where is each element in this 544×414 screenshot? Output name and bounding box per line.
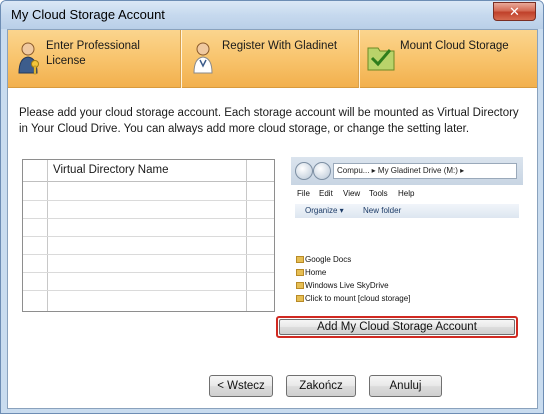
folder-icon (296, 269, 304, 276)
preview-item: Home (305, 268, 327, 277)
preview-menu-bar: File Edit View Tools Help (291, 187, 523, 201)
grid-header: Virtual Directory Name (23, 160, 274, 182)
folder-icon (296, 282, 304, 289)
cancel-button[interactable]: Anuluj (369, 375, 442, 397)
preview-address: Compu... ▸ My Gladinet Drive (M:) ▸ (333, 163, 517, 179)
person-key-icon (18, 42, 39, 75)
back-arrow-icon (295, 162, 313, 180)
instructions-text: Please add your cloud storage account. E… (19, 107, 519, 135)
window-title: My Cloud Storage Account (11, 7, 165, 22)
preview-new-folder: New folder (363, 206, 402, 215)
preview-menu-file: File (297, 189, 310, 198)
grid-row-line (23, 200, 274, 201)
virtual-directory-grid[interactable]: Virtual Directory Name (22, 159, 275, 312)
preview-item: Google Docs (305, 255, 352, 264)
preview-menu-view: View (343, 189, 361, 198)
person-doctor-icon (193, 42, 213, 74)
column-header-virtual-directory-name[interactable]: Virtual Directory Name (53, 164, 168, 176)
forward-arrow-icon (313, 162, 331, 180)
grid-row-line (23, 254, 274, 255)
step-label: Register With Gladinet (222, 40, 338, 52)
title-bar[interactable]: My Cloud Storage Account ✕ (1, 1, 543, 29)
add-cloud-storage-button-highlight: Add My Cloud Storage Account (276, 316, 518, 338)
step-register: Register With Gladinet (182, 30, 358, 88)
wizard-client-area: Enter Professional License Register With… (7, 29, 538, 409)
wizard-steps-banner: Enter Professional License Register With… (8, 30, 537, 88)
grid-row-line (23, 236, 274, 237)
finish-button[interactable]: Zakończ (286, 375, 356, 397)
preview-item: Click to mount [cloud storage] (305, 294, 411, 303)
preview-address-bar: Compu... ▸ My Gladinet Drive (M:) ▸ (291, 157, 523, 185)
wizard-window: My Cloud Storage Account ✕ Enter Profess… (0, 0, 544, 414)
grid-row-line (23, 218, 274, 219)
back-button[interactable]: < Wstecz (209, 375, 273, 397)
close-button[interactable]: ✕ (493, 2, 536, 21)
step-mount: Mount Cloud Storage (360, 30, 537, 88)
step-label: Mount Cloud Storage (400, 40, 509, 52)
explorer-preview-image: Compu... ▸ My Gladinet Drive (M:) ▸ File… (291, 157, 523, 290)
preview-menu-tools: Tools (369, 189, 388, 198)
add-cloud-storage-button[interactable]: Add My Cloud Storage Account (279, 319, 515, 335)
step-enter-license: Enter Professional License (8, 30, 180, 88)
preview-toolbar: Organize ▾ New folder (295, 204, 519, 218)
step-label: Enter Professional License (46, 40, 140, 67)
preview-organize: Organize ▾ (305, 206, 344, 215)
folder-icon (296, 256, 304, 263)
footer-separator (8, 360, 537, 361)
preview-item: Windows Live SkyDrive (305, 281, 389, 290)
grid-row-line (23, 290, 274, 291)
preview-menu-edit: Edit (319, 189, 333, 198)
preview-menu-help: Help (398, 189, 415, 198)
grid-row-line (23, 272, 274, 273)
folder-icon (296, 295, 304, 302)
mount-folder-icon (367, 47, 395, 71)
